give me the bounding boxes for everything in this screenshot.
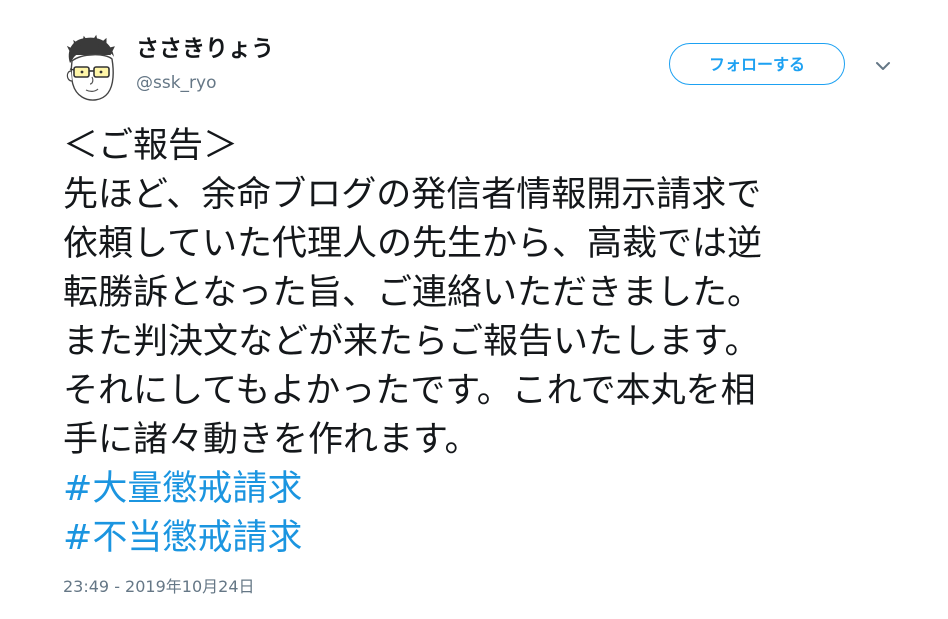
tweet-text: ＜ご報告＞ 先ほど、余命ブログの発信者情報開示請求で 依頼していた代理人の先生か… [63,122,923,563]
follow-button[interactable]: フォローする [669,43,845,85]
hashtag-link[interactable]: #不当懲戒請求 [63,514,923,563]
tweet-line: また判決文などが来たらご報告いたします。 [63,322,760,362]
tweet-line: それにしてもよかったです。これで本丸を相 [63,371,756,411]
hashtag-link[interactable]: #大量懲戒請求 [63,465,923,514]
tweet-line: 転勝訴となった旨、ご連絡いただきました。 [63,273,762,313]
avatar[interactable] [62,33,120,105]
chevron-down-icon[interactable] [873,58,893,72]
tweet-line: 依頼していた代理人の先生から、高裁では逆 [63,224,762,264]
tweet-line: ＜ご報告＞ [63,126,239,166]
user-handle[interactable]: @ssk_ryo [136,72,217,94]
tweet-line: 先ほど、余命ブログの発信者情報開示請求で [63,175,762,215]
avatar-drawing [66,34,115,101]
display-name[interactable]: ささきりょう [136,34,274,64]
tweet-line: 手に諸々動きを作れます。 [63,420,480,460]
tweet-timestamp[interactable]: 23:49 - 2019年10月24日 [63,576,255,598]
